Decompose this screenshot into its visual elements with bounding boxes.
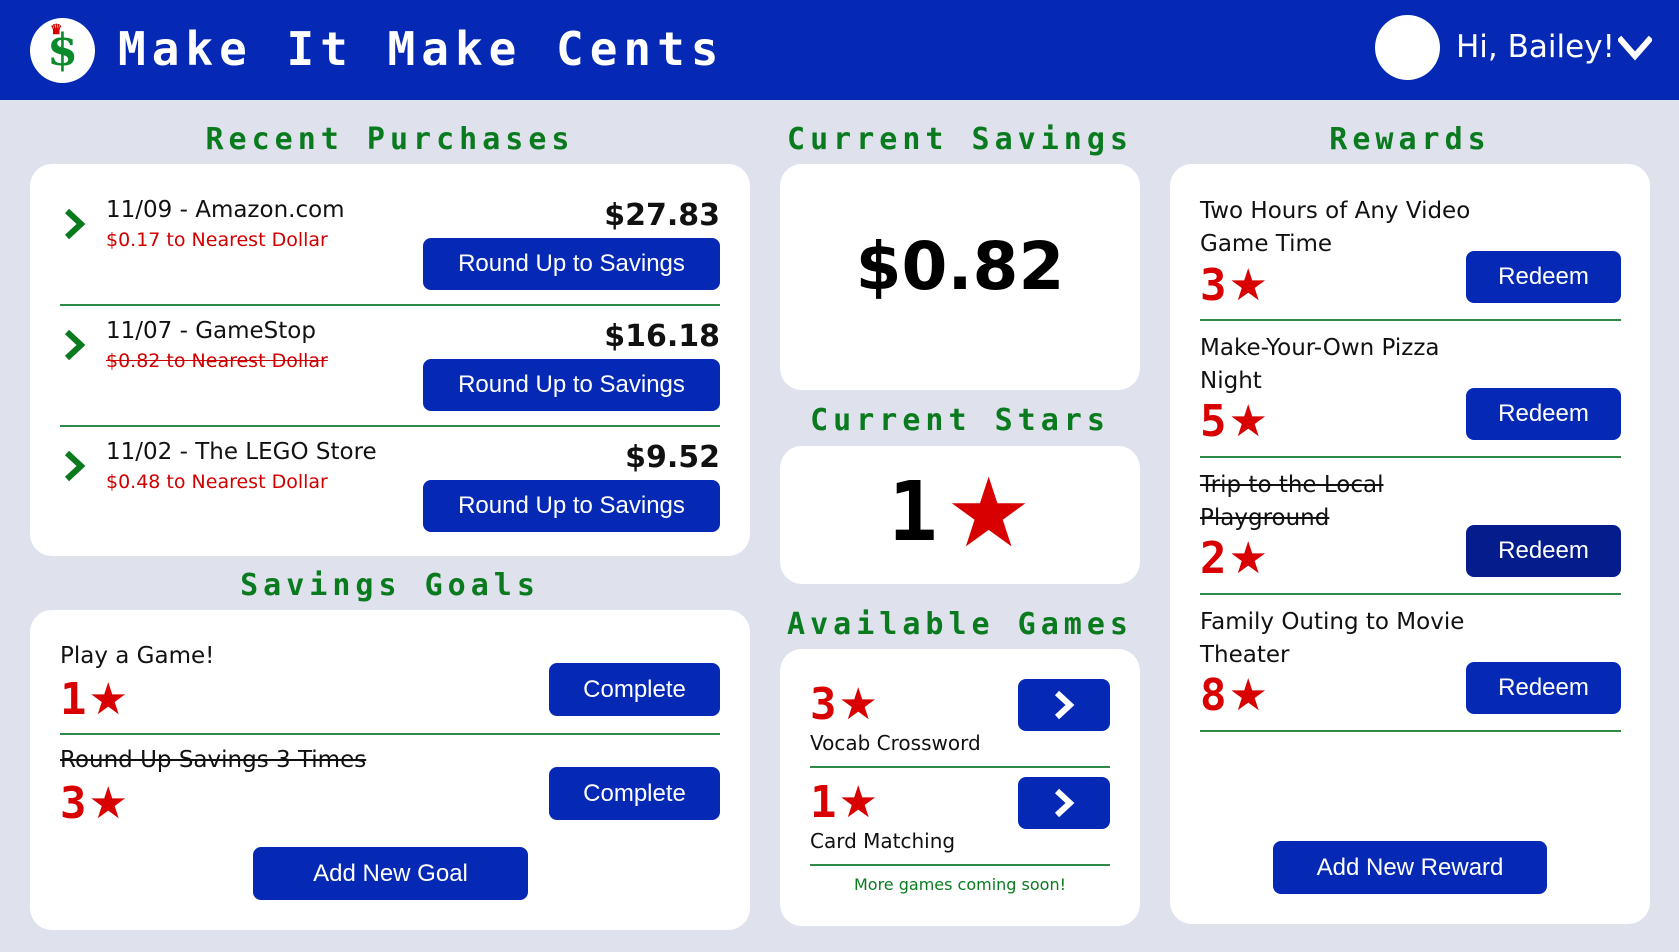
- chevron-right-icon[interactable]: [62, 449, 88, 483]
- redeem-button[interactable]: Redeem: [1466, 525, 1621, 577]
- reward-title: Family Outing to Movie Theater: [1200, 609, 1465, 668]
- avatar[interactable]: [1375, 15, 1440, 80]
- add-goal-button[interactable]: Add New Goal: [253, 847, 528, 900]
- app-header: ♛ $ Make It Make Cents Hi, Bailey!: [0, 0, 1679, 100]
- round-up-button[interactable]: Round Up to Savings: [423, 359, 720, 411]
- game-stars: 3 ★: [810, 683, 878, 727]
- reward-title: Two Hours of Any Video Game Time: [1200, 198, 1471, 257]
- goal-title: Round Up Savings 3 Times: [60, 747, 367, 773]
- divider: [60, 733, 720, 735]
- savings-goals-title: Savings Goals: [240, 568, 540, 603]
- crown-icon: ♛: [50, 22, 63, 38]
- rewards-title: Rewards: [1329, 122, 1491, 157]
- chevron-down-icon[interactable]: [1618, 32, 1652, 64]
- more-games-note: More games coming soon!: [853, 875, 1067, 894]
- game-stars: 1 ★: [810, 781, 878, 825]
- divider: [1200, 730, 1621, 732]
- star-icon: ★: [1228, 670, 1268, 721]
- star-icon: ★: [1228, 260, 1268, 311]
- divider: [1200, 593, 1621, 595]
- play-game-button[interactable]: [1018, 679, 1110, 731]
- divider: [810, 766, 1110, 768]
- star-count: 1: [888, 465, 938, 560]
- star-icon: ★: [945, 457, 1032, 569]
- chevron-right-icon[interactable]: [62, 328, 88, 362]
- recent-purchases-title: Recent Purchases: [205, 122, 575, 157]
- user-greeting[interactable]: Hi, Bailey!: [1456, 27, 1615, 67]
- chevron-right-icon: [1054, 690, 1075, 720]
- purchase-title: 11/02 - The LEGO Store: [106, 439, 377, 465]
- game-star-count: 1: [810, 777, 837, 828]
- reward-title: Make-Your-Own Pizza Night: [1200, 335, 1440, 394]
- app-logo[interactable]: ♛ $: [30, 18, 95, 83]
- current-savings-title: Current Savings: [787, 122, 1133, 157]
- chevron-right-icon[interactable]: [62, 207, 88, 241]
- current-stars-display: 1 ★: [780, 457, 1140, 569]
- reward-stars: 5 ★: [1200, 400, 1268, 444]
- redeem-button[interactable]: Redeem: [1466, 251, 1621, 303]
- star-icon: ★: [838, 777, 878, 828]
- star-icon: ★: [838, 679, 878, 730]
- purchase-amount: $9.52: [625, 440, 720, 475]
- redeem-button[interactable]: Redeem: [1466, 388, 1621, 440]
- app-title: Make It Make Cents: [118, 22, 725, 76]
- current-stars-title: Current Stars: [810, 403, 1110, 438]
- add-reward-button[interactable]: Add New Reward: [1273, 841, 1547, 894]
- savings-amount: $0.82: [855, 228, 1065, 305]
- divider: [1200, 319, 1621, 321]
- goal-title: Play a Game!: [60, 643, 215, 669]
- game-star-count: 3: [810, 679, 837, 730]
- game-name: Vocab Crossword: [810, 731, 981, 755]
- divider: [810, 864, 1110, 866]
- round-up-button[interactable]: Round Up to Savings: [423, 480, 720, 532]
- purchase-title: 11/09 - Amazon.com: [106, 197, 345, 223]
- reward-title: Trip to the Local Playground: [1200, 472, 1384, 531]
- star-icon: ★: [1228, 396, 1268, 447]
- game-name: Card Matching: [810, 829, 956, 853]
- round-up-button[interactable]: Round Up to Savings: [423, 238, 720, 290]
- purchase-title: 11/07 - GameStop: [106, 318, 316, 344]
- goal-stars: 1 ★: [60, 678, 128, 722]
- purchase-roundup-amount: $0.82 to Nearest Dollar: [106, 350, 328, 372]
- chevron-right-icon: [1054, 788, 1075, 818]
- divider: [1200, 456, 1621, 458]
- star-icon: ★: [88, 778, 128, 829]
- redeem-button[interactable]: Redeem: [1466, 662, 1621, 714]
- complete-goal-button[interactable]: Complete: [549, 663, 720, 716]
- play-game-button[interactable]: [1018, 777, 1110, 829]
- purchase-amount: $27.83: [604, 198, 720, 233]
- reward-star-count: 3: [1200, 260, 1227, 311]
- purchase-roundup-amount: $0.48 to Nearest Dollar: [106, 471, 328, 493]
- available-games-title: Available Games: [787, 607, 1133, 642]
- complete-goal-button[interactable]: Complete: [549, 767, 720, 820]
- reward-stars: 3 ★: [1200, 264, 1268, 308]
- reward-star-count: 5: [1200, 396, 1227, 447]
- goal-star-count: 3: [60, 778, 87, 829]
- reward-stars: 8 ★: [1200, 674, 1268, 718]
- reward-stars: 2 ★: [1200, 537, 1268, 581]
- purchase-roundup-amount: $0.17 to Nearest Dollar: [106, 229, 328, 251]
- reward-star-count: 8: [1200, 670, 1227, 721]
- purchase-amount: $16.18: [604, 319, 720, 354]
- divider: [60, 425, 720, 427]
- goal-stars: 3 ★: [60, 782, 128, 826]
- reward-star-count: 2: [1200, 533, 1227, 584]
- star-icon: ★: [1228, 533, 1268, 584]
- divider: [60, 304, 720, 306]
- star-icon: ★: [88, 674, 128, 725]
- goal-star-count: 1: [60, 674, 87, 725]
